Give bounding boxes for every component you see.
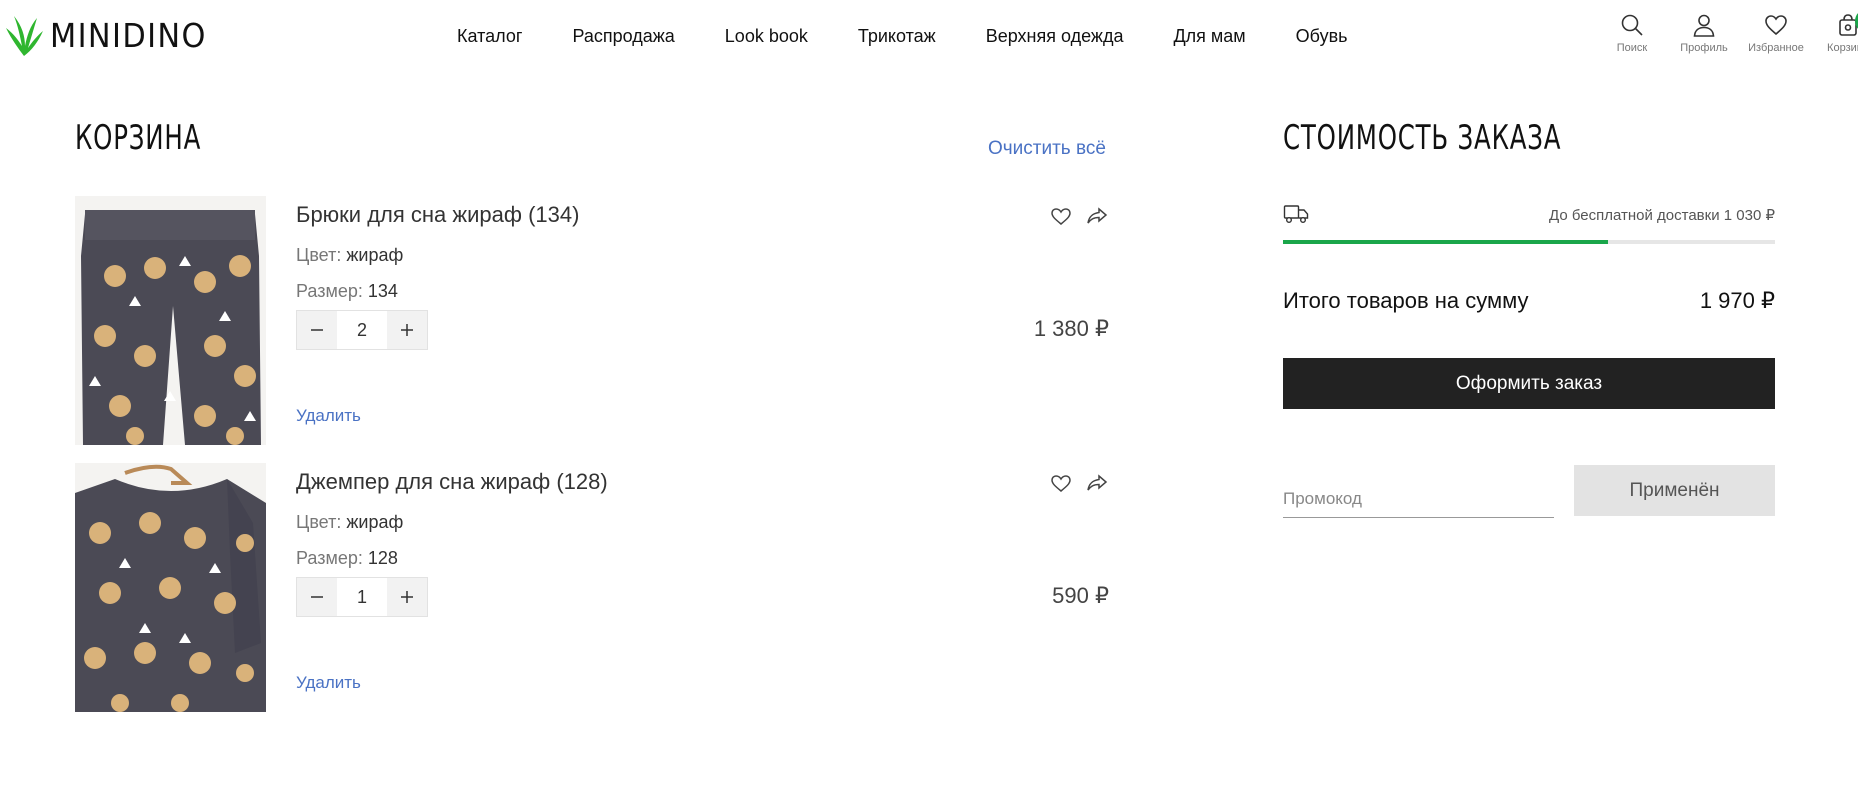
delete-item-link[interactable]: Удалить [296,673,361,693]
search-icon [1621,14,1643,36]
size-value: 134 [367,281,398,301]
heart-icon [1765,15,1787,36]
logo[interactable]: MINIDINO [4,14,220,56]
decrease-button[interactable] [297,578,337,616]
increase-button[interactable] [387,311,427,349]
cart-item: Джемпер для сна жираф (128) Цвет: жираф … [75,463,1115,715]
main-nav: Каталог Распродажа Look book Трикотаж Ве… [457,26,1398,47]
leaf-logo-icon [6,16,43,56]
nav-item-outerwear[interactable]: Верхняя одежда [986,26,1124,47]
favorites-label: Избранное [1748,42,1804,54]
share-icon[interactable] [1085,204,1109,228]
site-header: MINIDINO Каталог Распродажа Look book Тр… [0,0,1858,80]
heart-icon[interactable] [1049,204,1073,228]
quantity-value[interactable]: 2 [337,311,387,349]
clear-all-link[interactable]: Очистить всё [988,138,1106,160]
search-label: Поиск [1616,42,1648,54]
total-value: 1 970 ₽ [1699,288,1775,313]
color-label: Цвет: [296,245,342,265]
free-shipping-text: До бесплатной доставки 1 030 ₽ [1549,207,1775,224]
brand-name: MINIDINO [50,15,207,55]
product-image-pants[interactable] [75,196,266,445]
user-icon [1693,14,1715,37]
product-name[interactable]: Джемпер для сна жираф (128) [296,469,608,495]
cart-title: КОРЗИНА [75,118,202,158]
product-image-jumper[interactable] [75,463,266,712]
minus-icon [311,596,323,598]
free-shipping-progress: До бесплатной доставки 1 030 ₽ [1283,203,1775,244]
size-label: Размер: [296,548,363,568]
quantity-value[interactable]: 1 [337,578,387,616]
product-size: Размер: 128 [296,548,398,569]
plus-icon [401,324,413,336]
color-value: жираф [346,512,404,532]
order-summary-title: СТОИМОСТЬ ЗАКАЗА [1283,118,1562,158]
nav-item-lookbook[interactable]: Look book [725,26,808,47]
product-name[interactable]: Брюки для сна жираф (134) [296,202,579,228]
delete-item-link[interactable]: Удалить [296,406,361,426]
shipping-progress-bar [1283,240,1775,244]
item-actions [1037,471,1109,495]
decrease-button[interactable] [297,311,337,349]
plus-icon [401,591,413,603]
promo-code-input[interactable] [1283,480,1554,518]
size-value: 128 [367,548,398,568]
nav-item-moms[interactable]: Для мам [1173,26,1245,47]
header-tools: Поиск Профиль Избранное 2 Корзина [1596,9,1858,54]
profile-label: Профиль [1680,42,1728,54]
product-size: Размер: 134 [296,281,398,302]
quantity-stepper: 1 [296,577,428,617]
color-label: Цвет: [296,512,342,532]
product-color: Цвет: жираф [296,245,403,266]
profile-button[interactable]: Профиль [1668,12,1740,54]
nav-item-shoes[interactable]: Обувь [1296,26,1348,47]
apply-promo-button[interactable]: Применён [1574,465,1775,516]
favorites-button[interactable]: Избранное [1740,12,1812,54]
product-price: 590 ₽ [1052,583,1109,608]
color-value: жираф [346,245,404,265]
cart-button[interactable]: 2 Корзина [1812,9,1858,54]
search-button[interactable]: Поиск [1596,12,1668,54]
checkout-button[interactable]: Оформить заказ [1283,358,1775,409]
size-label: Размер: [296,281,363,301]
product-color: Цвет: жираф [296,512,403,533]
share-icon[interactable] [1085,471,1109,495]
cart-item: Брюки для сна жираф (134) Цвет: жираф Ра… [75,196,1115,448]
truck-icon [1283,205,1309,223]
bag-icon [1839,14,1857,36]
increase-button[interactable] [387,578,427,616]
heart-icon[interactable] [1049,471,1073,495]
nav-item-catalog[interactable]: Каталог [457,26,522,47]
item-actions [1037,204,1109,228]
total-label: Итого товаров на сумму [1283,288,1529,313]
minus-icon [311,329,323,331]
nav-item-knitwear[interactable]: Трикотаж [858,26,936,47]
shipping-progress-fill [1283,240,1608,244]
nav-item-sale[interactable]: Распродажа [572,26,674,47]
quantity-stepper: 2 [296,310,428,350]
product-price: 1 380 ₽ [1033,316,1109,341]
cart-label: Корзина [1827,42,1858,54]
